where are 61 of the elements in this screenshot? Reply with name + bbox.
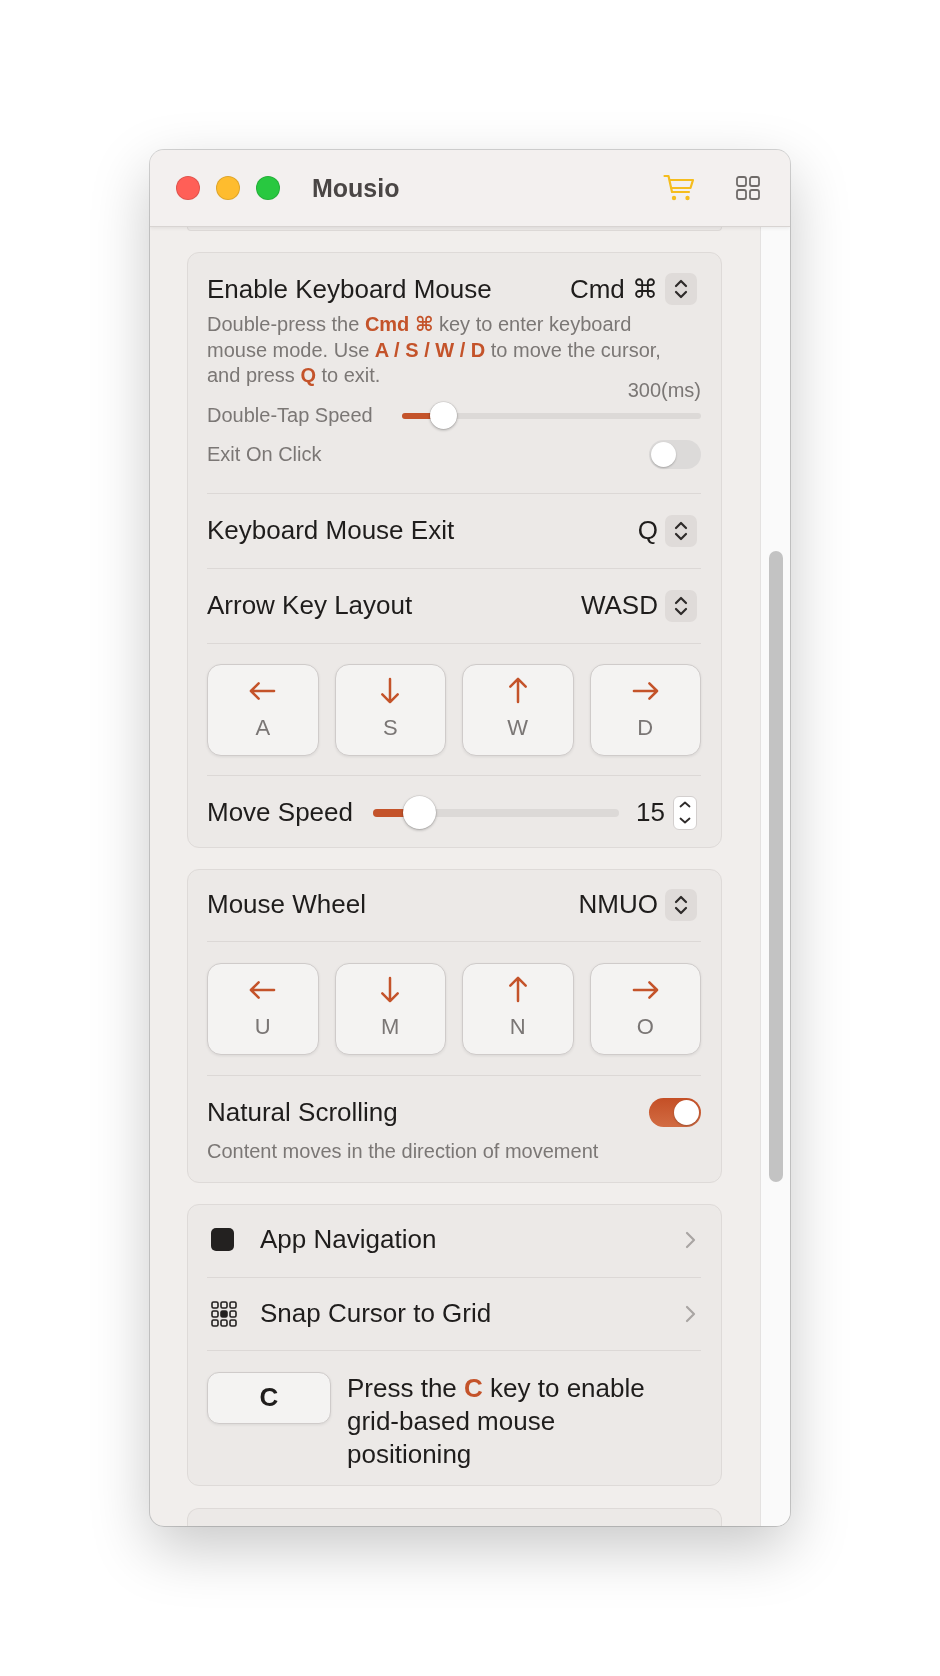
key-button[interactable]: S	[334, 663, 446, 756]
speed-value: 15	[636, 797, 665, 828]
setting-label: Double-Tap Speed	[207, 404, 374, 427]
switch-knob	[674, 1100, 699, 1125]
setting-label: Mouse Wheel	[207, 889, 367, 920]
chevron-up-down-icon	[674, 520, 688, 541]
grid-icon[interactable]	[736, 176, 760, 200]
zoom-button[interactable]	[256, 176, 280, 200]
key-button[interactable]: M	[334, 962, 446, 1055]
chevron-up-down-icon	[674, 279, 688, 299]
slider-thumb[interactable]	[403, 796, 437, 829]
chevron-up-down-icon	[674, 894, 688, 915]
arrow-up-icon	[507, 677, 528, 704]
arrow-right-icon	[631, 680, 659, 701]
chevron-up-down-icon	[674, 595, 688, 616]
arrow-right-icon	[631, 979, 659, 1000]
slider-thumb[interactable]	[430, 402, 458, 429]
close-button[interactable]	[176, 176, 200, 200]
setting-label: Exit On Click	[207, 442, 323, 466]
setting-label: Enable Keyboard Mouse	[207, 273, 493, 305]
chevron-right-icon	[685, 1304, 696, 1323]
arrow-down-icon	[380, 677, 401, 704]
description-text: Content moves in the direction of movement	[207, 1138, 600, 1163]
popup-button[interactable]	[665, 589, 697, 622]
popup-button[interactable]	[665, 514, 697, 547]
key-button[interactable]: D	[589, 663, 701, 756]
popup-value[interactable]: NMUO	[578, 889, 658, 920]
chevron-down-icon	[679, 817, 691, 824]
key-button[interactable]: N	[462, 962, 574, 1055]
arrow-down-icon	[380, 976, 401, 1003]
popup-value[interactable]: Q	[637, 515, 658, 546]
square-icon	[211, 1228, 234, 1251]
toggle-switch[interactable]	[649, 1098, 701, 1127]
chevron-up-icon	[679, 801, 691, 808]
window-title: Mousio	[312, 173, 401, 203]
popup-value[interactable]: WASD	[580, 590, 658, 621]
key-button[interactable]: O	[589, 962, 701, 1055]
arrow-left-icon	[249, 979, 277, 1000]
key-button[interactable]: A	[207, 663, 319, 756]
dot-grid-icon	[211, 1300, 237, 1327]
arrow-up-icon	[507, 976, 528, 1003]
setting-label: Natural Scrolling	[207, 1097, 399, 1128]
key-button[interactable]: U	[207, 962, 319, 1055]
slider-track[interactable]	[402, 412, 701, 419]
key-button[interactable]: C	[207, 1371, 331, 1424]
popup-button[interactable]	[665, 273, 697, 305]
setting-label: Keyboard Mouse Exit	[207, 515, 456, 546]
scrollbar-thumb[interactable]	[769, 551, 783, 1182]
chevron-right-icon	[685, 1230, 696, 1249]
popup-button[interactable]	[665, 888, 697, 921]
setting-label: Arrow Key Layout	[207, 590, 414, 621]
key-button[interactable]: W	[462, 663, 574, 756]
number-stepper[interactable]	[673, 795, 697, 830]
arrow-left-icon	[249, 680, 277, 701]
switch-knob	[651, 441, 676, 467]
menu-item[interactable]: App Navigation	[207, 1221, 701, 1258]
hint-text: Press the C key to enable grid-based mouse positioning	[347, 1371, 646, 1471]
toggle-switch[interactable]	[649, 439, 701, 469]
popup-value[interactable]: Cmd ⌘	[569, 273, 658, 305]
setting-label: Move Speed	[207, 797, 353, 828]
menu-item[interactable]: Snap Cursor to Grid	[207, 1295, 701, 1332]
